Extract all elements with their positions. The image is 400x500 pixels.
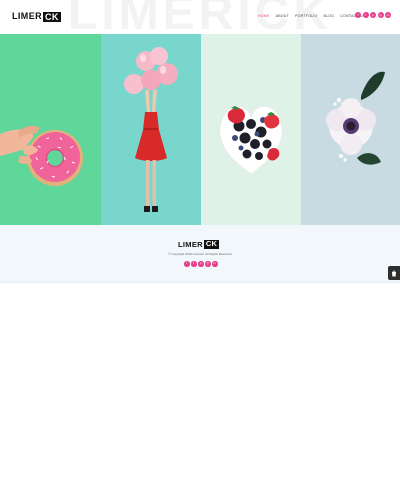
portfolio-gallery bbox=[0, 34, 400, 225]
gallery-item-berries[interactable] bbox=[201, 34, 301, 225]
site-logo[interactable]: LIMER CK bbox=[12, 11, 61, 22]
linkedin-icon[interactable]: in bbox=[212, 261, 218, 267]
gallery-item-flower[interactable] bbox=[301, 34, 400, 225]
nav-about[interactable]: ABOUT bbox=[276, 13, 289, 19]
cart-icon bbox=[392, 270, 396, 276]
logo-boxed-text: CK bbox=[43, 11, 61, 22]
facebook-icon[interactable]: f bbox=[355, 12, 361, 18]
nav-home[interactable]: HOME bbox=[258, 13, 270, 19]
pinterest-icon[interactable]: p bbox=[370, 12, 376, 18]
footer-logo[interactable]: LIMER CK bbox=[178, 239, 220, 249]
site-header: LIMERICK LIMER CK HOME ABOUT PORTFOLIO B… bbox=[0, 0, 400, 34]
berries-image bbox=[219, 105, 283, 175]
main-nav: HOME ABOUT PORTFOLIO BLOG CONTACT US bbox=[258, 13, 365, 19]
instagram-icon[interactable]: ◎ bbox=[205, 261, 211, 267]
linkedin-icon[interactable]: in bbox=[385, 12, 391, 18]
nav-portfolio[interactable]: PORTFOLIO bbox=[295, 13, 318, 19]
gallery-item-balloons[interactable] bbox=[101, 34, 201, 225]
donut-image bbox=[0, 125, 83, 186]
flower-image bbox=[326, 71, 385, 165]
copyright-text: © Copyright 2018 Limerick. All Rights Re… bbox=[168, 252, 232, 256]
balloons-image bbox=[124, 47, 178, 212]
footer-logo-text: LIMER bbox=[178, 240, 203, 249]
header-social-links: f t p ◎ in bbox=[355, 12, 391, 18]
instagram-icon[interactable]: ◎ bbox=[377, 12, 384, 18]
floating-cart-button[interactable] bbox=[388, 266, 400, 280]
facebook-icon[interactable]: f bbox=[184, 261, 190, 267]
footer-logo-boxed-text: CK bbox=[203, 239, 220, 249]
site-footer: LIMER CK © Copyright 2018 Limerick. All … bbox=[0, 225, 400, 283]
nav-blog[interactable]: BLOG bbox=[324, 13, 335, 19]
twitter-icon[interactable]: t bbox=[191, 261, 197, 267]
logo-text: LIMER bbox=[12, 11, 42, 21]
footer-social-links: f t p ◎ in bbox=[184, 261, 218, 267]
pinterest-icon[interactable]: p bbox=[198, 261, 204, 267]
page: LIMERICK LIMER CK HOME ABOUT PORTFOLIO B… bbox=[0, 0, 400, 500]
gallery-item-donut[interactable] bbox=[0, 34, 101, 225]
twitter-icon[interactable]: t bbox=[362, 12, 369, 18]
